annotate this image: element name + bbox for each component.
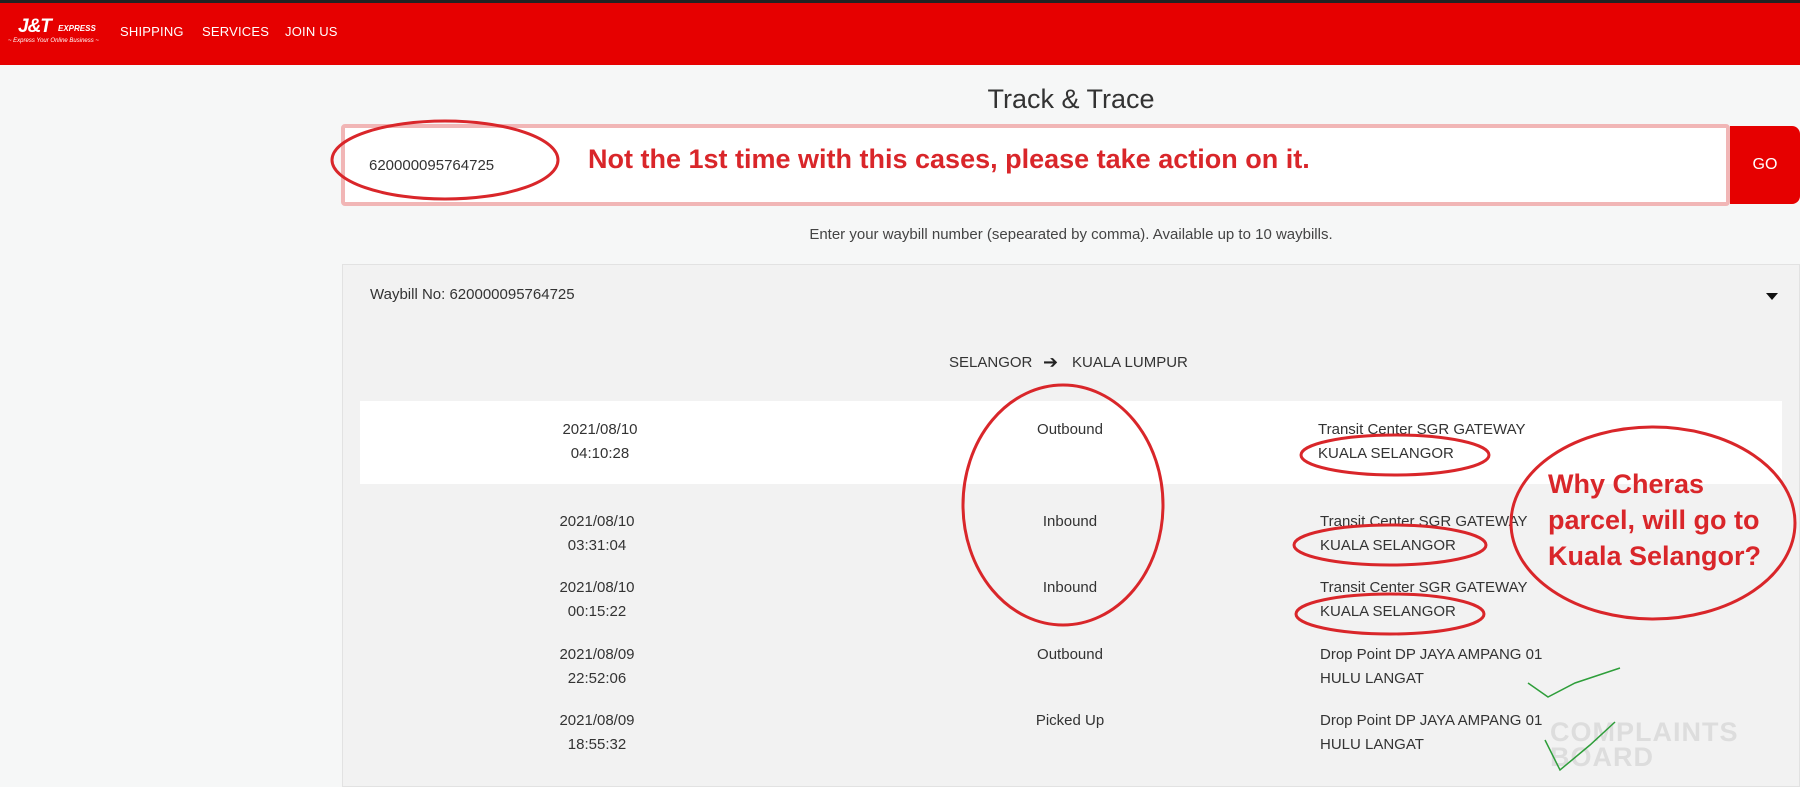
arrow-right-icon: ➔	[1043, 352, 1059, 372]
table-row: 2021/08/09 18:55:32	[537, 709, 657, 757]
event-location: Drop Point DP JAYA AMPANG 01 HULU LANGAT	[1320, 709, 1542, 757]
nav-join-us[interactable]: JOIN US	[285, 24, 338, 39]
event-time: 04:10:28	[570, 445, 630, 462]
event-location-name: Drop Point DP JAYA AMPANG 01	[1320, 712, 1543, 729]
event-date: 2021/08/10	[562, 421, 638, 438]
event-date: 2021/08/10	[559, 579, 635, 596]
event-date: 2021/08/10	[559, 513, 635, 530]
logo-sub-text: EXPRESS	[58, 24, 96, 33]
table-row: 2021/08/10 04:10:28	[540, 418, 660, 466]
nav-services[interactable]: SERVICES	[202, 24, 269, 39]
event-date: 2021/08/09	[559, 646, 635, 663]
event-location-area: KUALA SELANGOR	[1320, 603, 1456, 620]
go-button[interactable]: GO	[1730, 126, 1800, 204]
event-time: 00:15:22	[567, 603, 627, 620]
waybill-number: Waybill No: 620000095764725	[370, 286, 575, 303]
event-date: 2021/08/09	[559, 712, 635, 729]
annotation-side-note: Why Cheras parcel, will go to Kuala Sela…	[1548, 469, 1762, 571]
event-status: Inbound	[1042, 513, 1098, 530]
event-location-name: Drop Point DP JAYA AMPANG 01	[1320, 646, 1543, 663]
event-time: 22:52:06	[567, 670, 627, 687]
collapse-caret-icon[interactable]	[1766, 293, 1778, 300]
event-location-area: KUALA SELANGOR	[1318, 445, 1454, 462]
search-hint: Enter your waybill number (sepearated by…	[809, 226, 1333, 243]
jt-express-logo[interactable]: J&T EXPRESS ~ Express Your Online Busine…	[8, 14, 99, 50]
event-location-area: HULU LANGAT	[1320, 736, 1424, 753]
route-origin: SELANGOR	[949, 354, 1033, 371]
table-row: 2021/08/09 22:52:06	[537, 643, 657, 691]
logo-main-text: J&T	[18, 16, 52, 37]
event-location-name: Transit Center SGR GATEWAY	[1320, 579, 1528, 596]
event-location-area: HULU LANGAT	[1320, 670, 1424, 687]
event-status: Outbound	[1037, 646, 1103, 663]
logo-tagline: ~ Express Your Online Business ~	[8, 38, 99, 44]
event-location: Transit Center SGR GATEWAY KUALA SELANGO…	[1320, 576, 1528, 624]
page-title: Track & Trace	[987, 84, 1155, 114]
event-location: Transit Center SGR GATEWAY KUALA SELANGO…	[1318, 418, 1526, 466]
event-location: Transit Center SGR GATEWAY KUALA SELANGO…	[1320, 510, 1528, 558]
watermark-line2: BOARD	[1550, 742, 1654, 772]
nav-shipping[interactable]: SHIPPING	[120, 24, 184, 39]
event-location: Drop Point DP JAYA AMPANG 01 HULU LANGAT	[1320, 643, 1542, 691]
event-status: Picked Up	[1035, 712, 1105, 729]
top-nav-bar	[0, 0, 1800, 65]
complaints-board-watermark: COMPLAINTS BOARD	[1550, 719, 1739, 772]
event-location-area: KUALA SELANGOR	[1320, 537, 1456, 554]
event-location-name: Transit Center SGR GATEWAY	[1320, 513, 1528, 530]
annotation-top-note: Not the 1st time with this cases, please…	[588, 144, 1310, 174]
table-row: 2021/08/10 03:31:04	[537, 510, 657, 558]
event-time: 03:31:04	[567, 537, 627, 554]
event-status: Outbound	[1037, 421, 1103, 438]
route-destination: KUALA LUMPUR	[1072, 354, 1188, 371]
event-time: 18:55:32	[567, 736, 627, 753]
event-status: Inbound	[1042, 579, 1098, 596]
table-row: 2021/08/10 00:15:22	[537, 576, 657, 624]
event-location-name: Transit Center SGR GATEWAY	[1318, 421, 1526, 438]
